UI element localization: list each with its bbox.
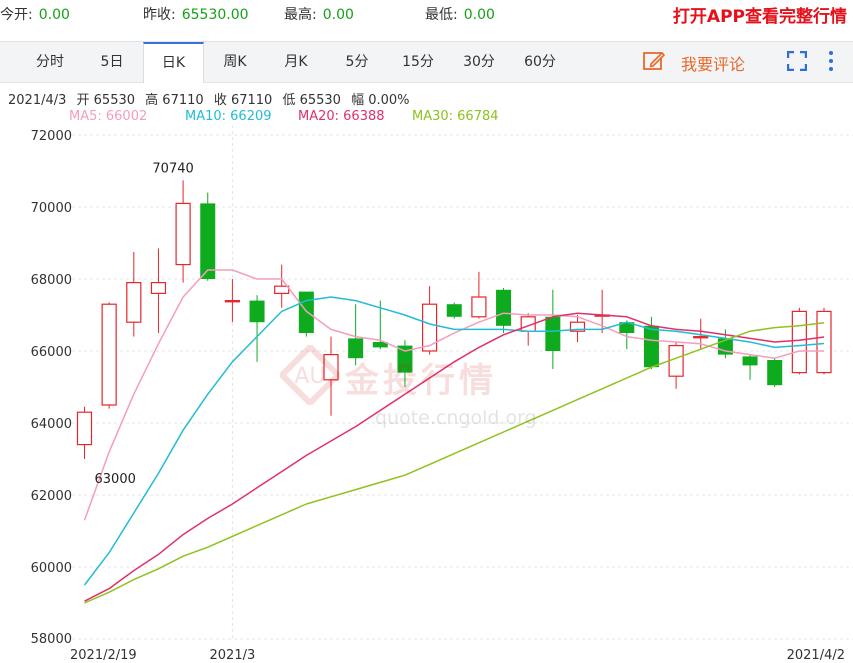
candle-body-up [668,345,684,377]
tab-monthly-k[interactable]: 月K [266,42,326,82]
x-tick-label: 2021/4/2 [787,648,845,663]
y-tick-label: 66000 [31,345,72,360]
candle-body-up [422,303,438,352]
tab-5day[interactable]: 5日 [82,42,142,82]
tab-30min[interactable]: 30分 [449,42,509,82]
candle-info-line: 2021/4/3 开 65530 高 67110 收 67110 低 65530… [8,89,416,108]
candle-body-up [323,354,339,381]
stat-high-label: 最高: [284,7,317,23]
candle-body-down [249,300,265,323]
legend-ma20: MA20: 66388 [298,109,385,124]
legend-ma10: MA10: 66209 [185,109,272,124]
candle-body-up [76,411,93,446]
stat-open-label: 今开: [0,7,33,23]
candle-body-down [348,338,364,359]
candle-body-up [816,310,832,374]
candle-body-down [767,360,783,386]
y-tick-label: 62000 [31,489,72,504]
y-tick-label: 58000 [31,632,72,647]
open-app-link[interactable]: 打开APP查看完整行情 [673,2,847,27]
candle-body-up [224,300,240,303]
stat-prev-close-label: 昨收: [143,7,176,23]
info-date: 2021/4/3 [8,93,67,108]
legend-ma5: MA5: 66002 [69,109,148,124]
candle-body-up [791,310,807,374]
stat-open-value: 0.00 [38,7,70,23]
info-low: 低 65530 [282,93,341,108]
tab-5min[interactable]: 5分 [327,42,387,82]
info-close: 收 67110 [213,93,273,108]
candle-body-up [471,296,487,318]
stat-low: 最低: 0.00 [425,4,495,24]
candle-body-down [200,203,216,279]
candle-body-down [643,325,659,368]
candle-body-up [693,336,709,339]
extreme-value-label: 70740 [152,161,193,176]
stat-prev-close-value: 65530.00 [181,7,249,23]
tab-weekly-k[interactable]: 周K [205,42,265,82]
x-tick-label: 2021/2/19 [70,648,137,663]
candle-body-down [742,356,758,366]
tab-60min[interactable]: 60分 [510,42,570,82]
candlestick-chart: 58000 60000 62000 64000 66000 68000 70000 72000… [31,125,853,663]
tab-intraday[interactable]: 分时 [20,42,80,82]
candle-body-up [126,282,142,323]
candle-body-down [496,289,512,326]
candle-body-down [545,316,561,351]
quote-summary-bar: 今开: 0.00 昨收: 65530.00 最高: 0.00 最低: 0.00 打开AP… [0,0,853,34]
ma-line-ma30 [84,322,825,604]
legend-ma30: MA30: 66784 [412,109,499,124]
candle-body-up [175,202,191,266]
fullscreen-icon[interactable] [787,51,807,71]
stat-prev-close: 昨收: 65530.00 [143,4,249,24]
comment-label: 我要评论 [681,55,746,74]
y-tick-label: 64000 [31,417,72,432]
stat-high: 最高: 0.00 [284,4,354,24]
candle-body-down [446,304,462,317]
candle-body-up [150,282,167,295]
period-tabs: 分时 5日 日K 周K 月K 5分 15分 30分 60分 我要评论 [0,41,853,83]
stat-open: 今开: 0.00 [0,4,70,24]
y-tick-label: 70000 [31,201,72,216]
more-vertical-icon[interactable] [826,50,836,72]
stat-low-label: 最低: [425,7,458,23]
candle-body-up [274,285,290,294]
ma-line-ma10 [83,296,825,586]
info-high: 高 67110 [145,93,204,108]
candle-body-up [101,303,117,406]
y-tick-label: 72000 [31,129,72,144]
tab-15min[interactable]: 15分 [388,42,448,82]
y-tick-label: 60000 [31,561,72,576]
extreme-value-label: 63000 [95,472,136,487]
x-tick-label: 2021/3 [210,648,256,663]
stat-low-value: 0.00 [463,7,495,23]
y-tick-label: 68000 [31,273,72,288]
tab-daily-k[interactable]: 日K [143,42,204,83]
ma-line-ma20 [84,312,825,602]
info-change: 幅 0.00% [351,93,410,108]
candle-body-down [298,291,314,333]
edit-pen-icon [643,52,665,70]
info-open: 开 65530 [76,93,136,108]
stat-high-value: 0.00 [322,7,354,23]
